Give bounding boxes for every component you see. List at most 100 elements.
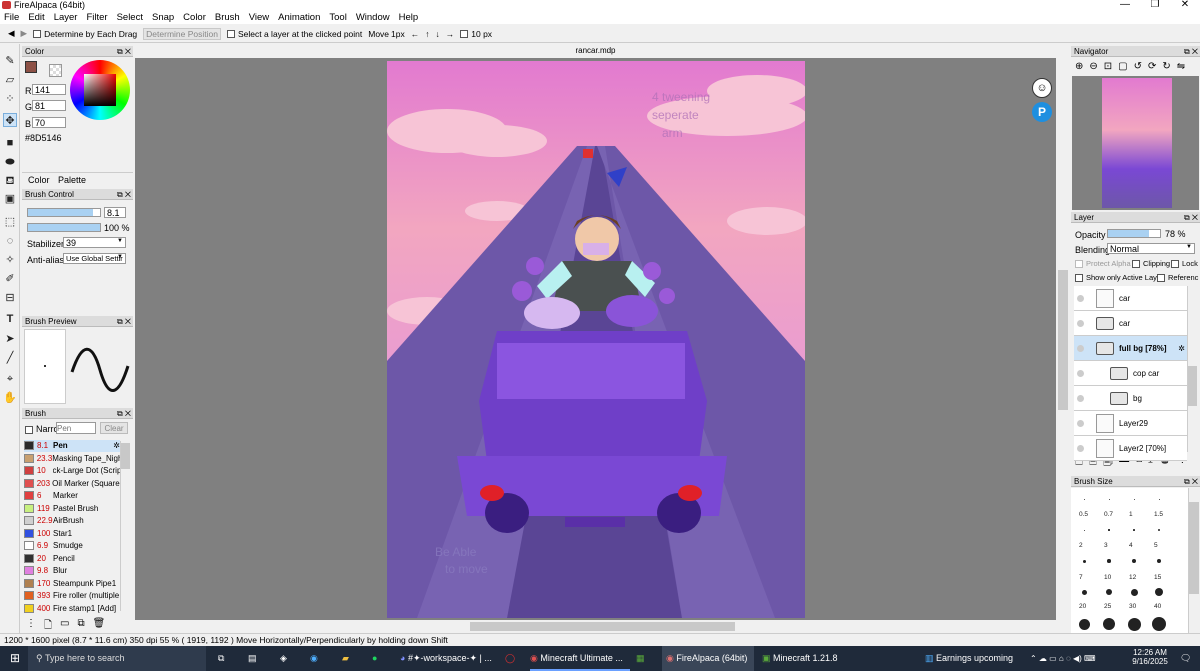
bucket-tool-icon[interactable]: ⛾ <box>3 174 17 188</box>
menu-snap[interactable]: Snap <box>152 12 174 23</box>
brush-size-dot[interactable] <box>1103 618 1115 630</box>
brush-size-dot[interactable] <box>1081 589 1087 595</box>
minimize-button[interactable]: — <box>1110 0 1140 10</box>
brush-list-item[interactable]: 203 Oil Marker (Square) <box>24 478 120 490</box>
menu-window[interactable]: Window <box>356 12 390 23</box>
menu-tool[interactable]: Tool <box>329 12 346 23</box>
flip-icon[interactable]: ⇋ <box>1177 61 1185 75</box>
brush-list-scrollbar[interactable] <box>120 441 130 611</box>
visibility-toggle[interactable] <box>1077 445 1084 452</box>
close-button[interactable]: ✕ <box>1170 0 1200 10</box>
color-wheel[interactable] <box>70 60 130 120</box>
brush-settings-icon[interactable]: ✲ <box>113 440 120 452</box>
menu-animation[interactable]: Animation <box>278 12 320 23</box>
eraser-tool-icon[interactable]: ▱ <box>3 73 17 87</box>
panel-close-icon[interactable]: ⧉ ✕ <box>1184 212 1198 223</box>
eyedropper-tool-icon[interactable]: ⌖ <box>3 372 17 386</box>
brush-list-item[interactable]: 6 Marker <box>24 490 120 502</box>
menu-file[interactable]: File <box>4 12 19 23</box>
dot-tool-icon[interactable]: ⁘ <box>3 92 17 106</box>
brush-list-item[interactable]: 393 Fire roller (multiple <box>24 590 120 602</box>
panel-close-icon[interactable]: ⧉ ✕ <box>117 189 131 200</box>
task-view-icon[interactable]: ⧉ <box>218 646 224 671</box>
brush-list-item[interactable]: 119 Pastel Brush <box>24 503 120 515</box>
brush-size-dot[interactable] <box>1082 559 1086 563</box>
vertical-scrollbar[interactable] <box>1058 270 1068 410</box>
notifications-icon[interactable]: 🗨 <box>1180 646 1191 671</box>
rotate-left-icon[interactable]: ↺ <box>1134 61 1142 75</box>
brush-size-dot[interactable] <box>1158 529 1160 531</box>
operation-tool-icon[interactable]: ➤ <box>3 332 17 346</box>
brush-size-dot[interactable] <box>1078 618 1090 630</box>
protect-alpha-checkbox[interactable]: Protect Alpha <box>1075 259 1131 269</box>
discord-task[interactable]: ◕ #✦-workspace-✦ | ... <box>400 646 492 671</box>
rotate-reset-icon[interactable]: ⟳ <box>1148 61 1156 75</box>
brush-list-item[interactable]: 22.9 AirBrush <box>24 515 120 527</box>
brush-size-dot[interactable] <box>1133 499 1135 500</box>
copy-icon[interactable]: ⧉ <box>78 618 85 632</box>
windows-start-icon[interactable]: ⊞ <box>10 646 20 671</box>
layer-row[interactable]: cop car <box>1074 361 1187 386</box>
transparent-color-swatch[interactable] <box>49 64 62 77</box>
brush-list-item[interactable]: 170 Steampunk Pipe1 <box>24 578 120 590</box>
menu-brush[interactable]: Brush <box>215 12 240 23</box>
lock-checkbox[interactable]: Lock <box>1171 259 1198 269</box>
lasso-tool-icon[interactable]: ◌ <box>3 234 17 248</box>
navigator-preview[interactable] <box>1072 76 1199 210</box>
layer-row[interactable]: full bg [78%] ✲ <box>1074 336 1187 361</box>
brush-size-dot[interactable] <box>1127 617 1141 631</box>
stabilizer-select[interactable]: 39 ▼ <box>63 237 126 248</box>
menu-select[interactable]: Select <box>117 12 143 23</box>
menu-edit[interactable]: Edit <box>28 12 44 23</box>
g-value-input[interactable]: 81 <box>32 100 66 111</box>
panel-close-icon[interactable]: ⧉ ✕ <box>117 46 131 57</box>
tab-color[interactable]: Color <box>28 175 50 185</box>
zoom-actual-icon[interactable]: ▢ <box>1118 61 1127 75</box>
brush-list-item[interactable]: 23.3 Masking Tape_Nigh <box>24 453 120 465</box>
collapse-right-icon[interactable]: ▶ <box>21 28 28 39</box>
brush-size-dot[interactable] <box>1130 588 1138 596</box>
gradient-tool-icon[interactable]: ▣ <box>3 192 17 206</box>
narrow-checkbox[interactable]: Narro <box>25 424 59 434</box>
move-up-icon[interactable]: ↑ <box>425 29 429 39</box>
select-layer-click-checkbox[interactable]: Select a layer at the clicked point <box>226 29 362 39</box>
layer-row[interactable]: Layer2 [70%] <box>1074 436 1187 461</box>
tab-palette[interactable]: Palette <box>58 175 86 185</box>
brush-opacity-slider[interactable] <box>27 223 101 232</box>
minecraft-launcher-icon[interactable]: ▦ <box>636 646 645 671</box>
visibility-toggle[interactable] <box>1077 295 1084 302</box>
visibility-toggle[interactable] <box>1077 345 1084 352</box>
firealpaca-task[interactable]: ◉ FireAlpaca (64bit) <box>662 646 754 671</box>
panel-close-icon[interactable]: ⧉ ✕ <box>1184 46 1198 57</box>
document-tab[interactable]: rancar.mdp <box>135 44 1056 58</box>
menu-filter[interactable]: Filter <box>86 12 107 23</box>
rectangle-fill-icon[interactable]: ■ <box>3 136 17 150</box>
brush-list-item[interactable]: 9.8 Blur <box>24 565 120 577</box>
select-pen-icon[interactable]: ✐ <box>3 272 17 286</box>
brush-tool-icon[interactable]: ✎ <box>3 54 17 68</box>
system-tray[interactable]: ⌃ ☁ ▭ ⌂ ◌ ◀) ⌨ <box>1030 646 1096 671</box>
menu-color[interactable]: Color <box>183 12 206 23</box>
panel-close-icon[interactable]: ⧉ ✕ <box>117 316 131 327</box>
panel-close-icon[interactable]: ⧉ ✕ <box>117 408 131 419</box>
brush-size-dot[interactable] <box>1107 559 1111 563</box>
brush-size-dot[interactable] <box>1133 529 1135 531</box>
divide-tool-icon[interactable]: ╱ <box>3 351 17 365</box>
b-value-input[interactable]: 70 <box>32 117 66 128</box>
move-down-icon[interactable]: ↓ <box>436 29 440 39</box>
brush-search-input[interactable] <box>56 422 96 434</box>
menu-help[interactable]: Help <box>399 12 419 23</box>
foreground-color-swatch[interactable] <box>25 61 37 73</box>
brush-clear-button[interactable]: Clear <box>100 422 128 434</box>
brush-size-dot[interactable] <box>1132 559 1136 563</box>
layer-row[interactable]: car <box>1074 311 1187 336</box>
visibility-toggle[interactable] <box>1077 420 1084 427</box>
app-icon-2[interactable]: ◈ <box>280 646 287 671</box>
layer-row[interactable]: car <box>1074 286 1187 311</box>
move-right-icon[interactable]: → <box>446 29 455 39</box>
move-left-icon[interactable]: ← <box>411 29 420 39</box>
minecraft-version-task[interactable]: ▣ Minecraft 1.21.8 <box>762 646 852 671</box>
brush-size-slider[interactable] <box>27 208 101 217</box>
file-explorer-icon[interactable]: ▰ <box>342 646 349 671</box>
brush-size-dot[interactable] <box>1108 499 1110 500</box>
